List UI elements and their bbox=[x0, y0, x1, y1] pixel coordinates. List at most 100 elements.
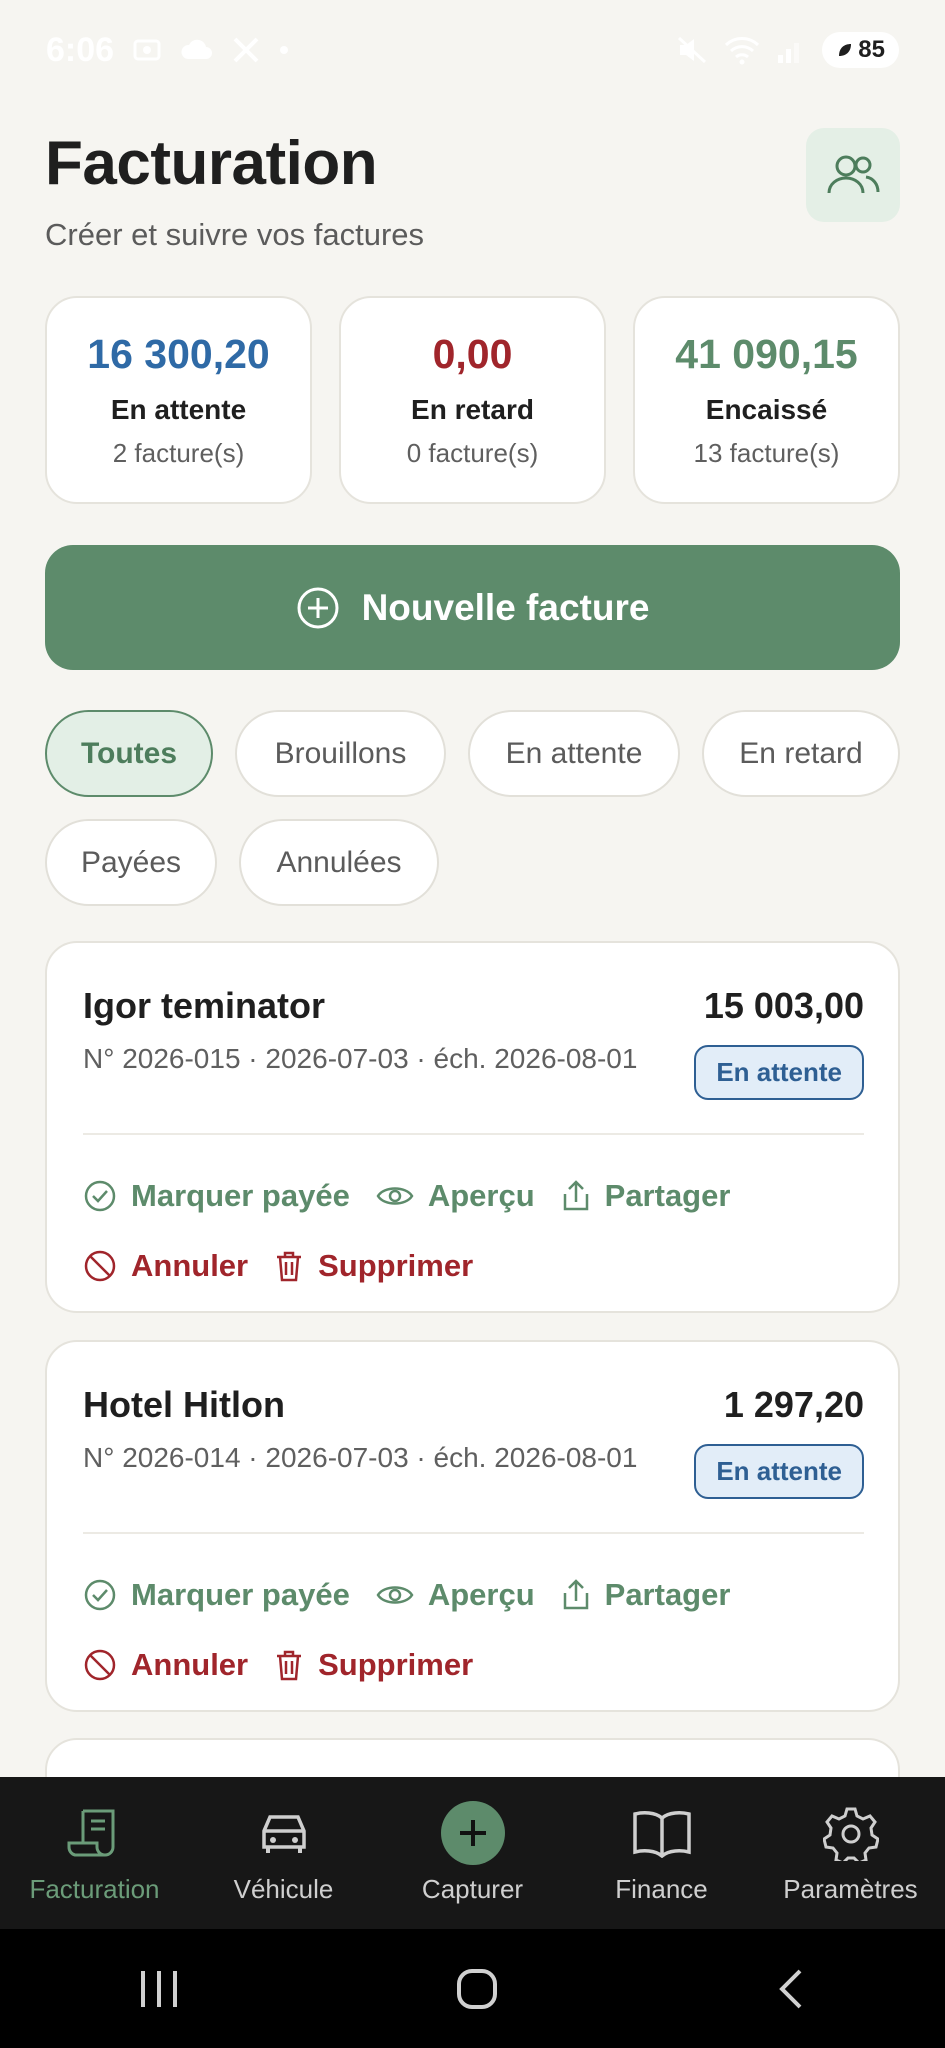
share-icon bbox=[563, 1579, 588, 1610]
nav-capture[interactable]: Capturer bbox=[378, 1800, 567, 1905]
notification-dot-icon bbox=[280, 46, 289, 54]
page-header: Facturation Créer et suivre vos factures bbox=[45, 128, 900, 253]
battery-indicator: 85 bbox=[822, 32, 899, 68]
cancel-button[interactable]: Annuler bbox=[83, 1647, 248, 1683]
preview-label: Aperçu bbox=[427, 1178, 535, 1213]
invoice-meta: N° 2026-014 · 2026-07-03 · éch. 2026-08-… bbox=[83, 1442, 638, 1473]
nav-label: Paramètres bbox=[783, 1873, 918, 1904]
page-subtitle: Créer et suivre vos factures bbox=[45, 217, 425, 252]
stat-label: Encaissé bbox=[705, 394, 828, 425]
car-icon bbox=[261, 1814, 306, 1853]
invoice-card[interactable]: Hotel Hitlon 1 297,20 N° 2026-014 · 2026… bbox=[45, 1340, 900, 1712]
preview-label: Aperçu bbox=[427, 1577, 535, 1612]
plus-circle-icon bbox=[297, 587, 339, 628]
new-invoice-label: Nouvelle facture bbox=[361, 586, 650, 628]
divider bbox=[83, 1532, 864, 1534]
trash-icon bbox=[277, 1251, 302, 1282]
stat-card-collected[interactable]: 41 090,15 Encaissé 13 facture(s) bbox=[633, 296, 900, 504]
stat-card-overdue[interactable]: 0,00 En retard 0 facture(s) bbox=[339, 296, 606, 504]
nav-settings[interactable]: Paramètres bbox=[756, 1802, 945, 1905]
stat-count: 2 facture(s) bbox=[112, 438, 245, 468]
filter-overdue[interactable]: En retard bbox=[702, 710, 900, 797]
status-bar: 6:06 85 bbox=[0, 0, 945, 100]
invoice-actions: Marquer payée Aperçu Partager Annuler Su… bbox=[83, 1171, 883, 1291]
invoice-client: Hotel Hitlon bbox=[83, 1384, 285, 1425]
filter-all[interactable]: Toutes bbox=[45, 710, 213, 797]
stat-value: 16 300,20 bbox=[87, 331, 270, 377]
ban-icon bbox=[84, 1649, 116, 1681]
battery-level: 85 bbox=[858, 36, 885, 63]
nav-label: Finance bbox=[615, 1873, 708, 1904]
back-icon[interactable] bbox=[774, 1967, 808, 2011]
mark-paid-button[interactable]: Marquer payée bbox=[83, 1577, 350, 1613]
wifi-icon bbox=[725, 37, 760, 65]
bottom-nav: Facturation Véhicule Capturer Finance Pa… bbox=[0, 1777, 945, 1929]
status-badge: En attente bbox=[694, 1444, 864, 1499]
capture-circle bbox=[440, 1800, 505, 1865]
nav-label: Capturer bbox=[421, 1873, 524, 1904]
stats-row: 16 300,20 En attente 2 facture(s) 0,00 E… bbox=[45, 296, 900, 504]
users-icon bbox=[827, 155, 880, 194]
cancel-button[interactable]: Annuler bbox=[83, 1248, 248, 1284]
invoice-client: Igor teminator bbox=[83, 985, 326, 1026]
filter-pending[interactable]: En attente bbox=[468, 710, 680, 797]
stat-count: 0 facture(s) bbox=[406, 438, 539, 468]
invoice-card[interactable]: Igor teminator 15 003,00 N° 2026-015 · 2… bbox=[45, 941, 900, 1313]
cloud-icon bbox=[181, 39, 213, 59]
share-label: Partager bbox=[604, 1577, 731, 1612]
stat-card-pending[interactable]: 16 300,20 En attente 2 facture(s) bbox=[45, 296, 312, 504]
check-circle-icon bbox=[84, 1180, 116, 1212]
eye-icon bbox=[376, 1586, 414, 1604]
status-time: 6:06 bbox=[46, 30, 115, 69]
stat-value: 41 090,15 bbox=[675, 331, 858, 377]
delete-label: Supprimer bbox=[318, 1248, 474, 1283]
filter-cancelled[interactable]: Annulées bbox=[239, 819, 439, 906]
cancel-label: Annuler bbox=[131, 1647, 249, 1682]
share-label: Partager bbox=[604, 1178, 731, 1213]
clients-button[interactable] bbox=[806, 128, 900, 222]
filter-drafts[interactable]: Brouillons bbox=[235, 710, 446, 797]
filter-paid[interactable]: Payées bbox=[45, 819, 217, 906]
invoice-amount: 15 003,00 bbox=[703, 985, 864, 1026]
recent-apps-icon[interactable] bbox=[137, 1969, 181, 2009]
stat-label: En retard bbox=[411, 394, 534, 425]
stat-count: 13 facture(s) bbox=[693, 438, 840, 468]
invoice-amount: 1 297,20 bbox=[723, 1384, 864, 1425]
nav-finance[interactable]: Finance bbox=[567, 1802, 756, 1905]
page-title: Facturation bbox=[45, 129, 378, 198]
stat-value: 0,00 bbox=[432, 331, 513, 377]
mark-paid-label: Marquer payée bbox=[131, 1577, 350, 1612]
book-icon bbox=[632, 1810, 691, 1858]
gear-icon bbox=[822, 1807, 879, 1861]
delete-button[interactable]: Supprimer bbox=[274, 1248, 473, 1284]
preview-button[interactable]: Aperçu bbox=[376, 1577, 535, 1613]
nav-label: Facturation bbox=[29, 1873, 160, 1904]
nav-label: Véhicule bbox=[233, 1873, 334, 1904]
plus-icon bbox=[459, 1819, 486, 1846]
home-icon[interactable] bbox=[455, 1967, 499, 2011]
status-badge: En attente bbox=[694, 1045, 864, 1100]
trash-icon bbox=[277, 1650, 302, 1681]
share-button[interactable]: Partager bbox=[561, 1178, 731, 1214]
eye-icon bbox=[376, 1187, 414, 1205]
cancel-label: Annuler bbox=[131, 1248, 249, 1283]
share-button[interactable]: Partager bbox=[561, 1577, 731, 1613]
nav-invoicing[interactable]: Facturation bbox=[0, 1802, 189, 1905]
mark-paid-button[interactable]: Marquer payée bbox=[83, 1178, 350, 1214]
system-nav-bar bbox=[0, 1929, 945, 2048]
screenshot-icon bbox=[133, 39, 161, 61]
filter-chips: Toutes Brouillons En attente En retard P… bbox=[45, 710, 915, 906]
preview-button[interactable]: Aperçu bbox=[376, 1178, 535, 1214]
mark-paid-label: Marquer payée bbox=[131, 1178, 350, 1213]
check-circle-icon bbox=[84, 1579, 116, 1611]
delete-button[interactable]: Supprimer bbox=[274, 1647, 473, 1683]
nav-vehicle[interactable]: Véhicule bbox=[189, 1802, 378, 1905]
x-logo-icon bbox=[233, 37, 259, 63]
share-icon bbox=[563, 1180, 588, 1211]
mute-icon bbox=[678, 36, 707, 64]
invoice-actions: Marquer payée Aperçu Partager Annuler Su… bbox=[83, 1570, 883, 1690]
invoice-icon bbox=[67, 1809, 114, 1856]
new-invoice-button[interactable]: Nouvelle facture bbox=[45, 545, 900, 670]
stat-label: En attente bbox=[110, 394, 247, 425]
delete-label: Supprimer bbox=[318, 1647, 474, 1682]
